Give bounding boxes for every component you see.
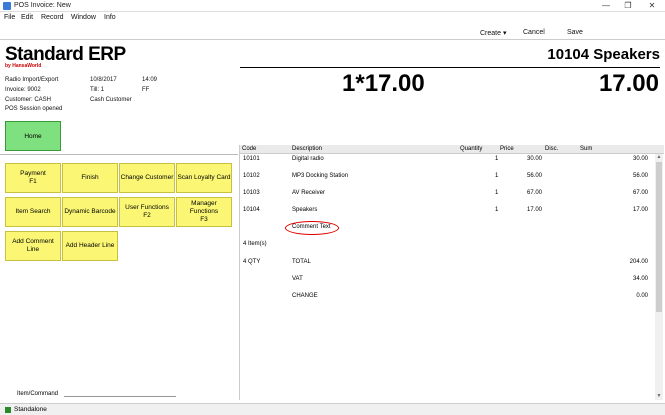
header-price: Price <box>500 146 514 152</box>
menu-edit[interactable]: Edit <box>21 14 33 21</box>
item-command-label: Item/Command <box>17 391 59 397</box>
item-search-button[interactable]: Item Search <box>5 197 61 227</box>
row-code: 10104 <box>243 207 260 213</box>
header-code: Code <box>242 146 257 152</box>
info-company: Radio Import/Export <box>5 77 59 83</box>
info-time: 14:09 <box>142 77 158 83</box>
status-bar: Standalone <box>0 403 665 415</box>
divider <box>0 154 238 155</box>
row-description: AV Receiver <box>292 190 325 196</box>
row-quantity: 1 <box>495 173 499 179</box>
vat-value: 34.00 <box>632 276 648 282</box>
header-quantity: Quantity <box>460 146 483 152</box>
row-sum: 67.00 <box>632 190 648 196</box>
row-price: 17.00 <box>527 207 543 213</box>
restore-button[interactable]: ❐ <box>617 0 639 12</box>
row-quantity: 1 <box>495 156 499 162</box>
info-ff: FF <box>142 87 150 93</box>
chevron-down-icon: ▾ <box>502 30 507 37</box>
status-text: Standalone <box>14 406 47 413</box>
row-sum: 56.00 <box>632 173 648 179</box>
scroll-up-icon[interactable]: ▲ <box>655 154 663 161</box>
brand-sub: by HansaWorld <box>5 63 42 69</box>
toolbar: Create ▾ Cancel Save <box>0 26 665 40</box>
payment-button[interactable]: Payment F1 <box>5 163 61 193</box>
row-price: 67.00 <box>527 190 543 196</box>
grid-header: Code Description Quantity Price Disc. Su… <box>240 145 664 154</box>
item-command-input[interactable] <box>64 396 176 397</box>
header-sum: Sum <box>580 146 593 152</box>
dynamic-barcode-button[interactable]: Dynamic Barcode <box>62 197 118 227</box>
qty-total: 4 QTY <box>243 259 261 265</box>
minimize-button[interactable]: — <box>595 0 617 12</box>
info-date: 10/8/2017 <box>90 77 117 83</box>
info-customer-name: Cash Customer <box>90 97 132 103</box>
add-header-line-button[interactable]: Add Header Line <box>62 231 118 261</box>
header-disc: Disc. <box>545 146 559 152</box>
total-label: TOTAL <box>292 259 311 265</box>
display-separator <box>240 67 660 68</box>
items-count: 4 Item(s) <box>243 241 267 247</box>
display-total: 17.00 <box>598 70 659 97</box>
vat-label: VAT <box>292 276 303 282</box>
row-code: 10102 <box>243 173 260 179</box>
scroll-down-icon[interactable]: ▼ <box>655 393 663 400</box>
create-label: Create <box>480 30 502 37</box>
row-description: Digital radio <box>292 156 324 162</box>
row-price: 56.00 <box>527 173 543 179</box>
display-customer: 10104 Speakers <box>547 46 660 63</box>
manager-functions-button[interactable]: Manager Functions F3 <box>176 197 232 227</box>
menu-info[interactable]: Info <box>104 14 116 21</box>
change-customer-button[interactable]: Change Customer <box>119 163 175 193</box>
scan-loyalty-card-button[interactable]: Scan Loyalty Card <box>176 163 232 193</box>
window-title: POS Invoice: New <box>14 2 71 9</box>
row-description: Speakers <box>292 207 318 213</box>
header-description: Description <box>292 146 323 152</box>
row-code: 10103 <box>243 190 260 196</box>
invoice-grid: Code Description Quantity Price Disc. Su… <box>239 145 664 400</box>
display-qty-price: 1*17.00 <box>342 70 425 97</box>
row-price: 30.00 <box>527 156 543 162</box>
row-description: MP3 Docking Station <box>292 173 349 179</box>
row-quantity: 1 <box>495 207 499 213</box>
status-icon <box>5 407 11 413</box>
cancel-button[interactable]: Cancel <box>523 29 545 36</box>
row-sum: 17.00 <box>632 207 648 213</box>
create-button[interactable]: Create ▾ <box>480 29 506 37</box>
menu-record[interactable]: Record <box>41 14 64 21</box>
close-button[interactable]: ✕ <box>641 0 663 12</box>
info-session: POS Session opened <box>5 106 63 112</box>
title-bar: POS Invoice: New — ❐ ✕ <box>0 0 665 12</box>
user-functions-button[interactable]: User Functions F2 <box>119 197 175 227</box>
info-invoice: Invoice: 9002 <box>5 87 41 93</box>
comment-highlight-ellipse <box>285 221 339 235</box>
menu-file[interactable]: File <box>4 14 15 21</box>
change-value: 0.00 <box>636 293 648 299</box>
add-comment-line-button[interactable]: Add Comment Line <box>5 231 61 261</box>
menu-bar: File Edit Record Window Info <box>0 13 665 24</box>
row-code: 10101 <box>243 156 260 162</box>
save-button[interactable]: Save <box>567 29 583 36</box>
finish-button[interactable]: Finish <box>62 163 118 193</box>
scroll-thumb[interactable] <box>656 162 662 312</box>
change-label: CHANGE <box>292 293 318 299</box>
row-quantity: 1 <box>495 190 499 196</box>
menu-window[interactable]: Window <box>71 14 96 21</box>
home-button[interactable]: Home <box>5 121 61 151</box>
info-till: Till: 1 <box>90 87 105 93</box>
info-customer: Customer: CASH <box>5 97 52 103</box>
total-value: 204.00 <box>629 259 648 265</box>
app-icon <box>3 2 11 10</box>
row-sum: 30.00 <box>632 156 648 162</box>
grid-scrollbar[interactable]: ▲ ▼ <box>655 154 663 400</box>
